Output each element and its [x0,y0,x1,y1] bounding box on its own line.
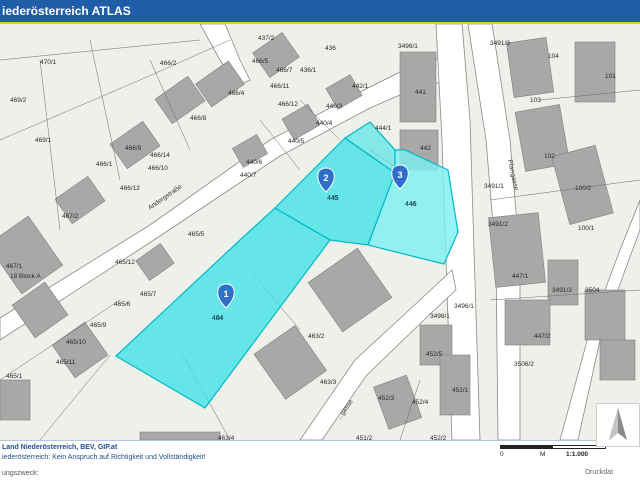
building [506,37,555,98]
footer-purpose: ungszweck: [2,470,39,477]
parcel-label: 100/2 [575,185,592,192]
parcel-label: 466/4 [228,90,245,97]
parcel-label: 465/9 [90,322,107,329]
parcel-label: 466/11 [270,83,290,90]
parcel-label: 3491/2 [488,221,508,228]
parcel-label: 469/2 [10,97,27,104]
scale-ratio-label: 1:1.000 [566,451,589,458]
north-arrow-icon [596,403,640,447]
building [547,259,579,306]
parcel-label: 447/1 [512,273,529,280]
parcel-label: 452/3 [378,395,395,402]
parcel-label: 469/1 [35,137,52,144]
parcel-number-445: 445 [327,195,339,202]
parcel-label: 3491/3 [552,287,572,294]
building [0,379,31,421]
parcel-label: 466/7 [276,67,293,74]
parcel-label: 3504 [585,287,600,294]
parcel-label: 463/2 [308,333,325,340]
marker-label: 1 [223,289,228,299]
parcel-label: 3491/1 [484,183,504,190]
parcel-label: 104 [548,53,559,60]
parcel-label: 467/1 [6,263,23,270]
parcel-label: 466/10 [148,165,168,172]
parcel-label: 18 Block A [10,273,41,280]
building [139,431,221,440]
parcel-label: 465/12 [115,259,135,266]
footer-disclaimer: iederösterreich: Kein Anspruch auf Richt… [2,454,206,461]
parcel-label: 442/1 [352,83,369,90]
parcel-label: 466/9 [125,145,142,152]
parcel-label: 444/1 [375,125,392,132]
parcel-label: 3506/2 [514,361,534,368]
parcel-label: 441 [415,89,426,96]
parcel-label: 440/3 [326,103,343,110]
parcel-label: 102 [544,153,555,160]
parcel-label: 440/7 [240,172,257,179]
building [399,51,437,123]
map-footer: Land Niederösterreich, BEV, GIP.at ieder… [0,440,640,480]
parcel-label: 465/5 [188,231,205,238]
parcel-label: 101 [605,73,616,80]
building [439,354,471,416]
parcel-label: 463/3 [320,379,337,386]
parcel-label: 466/8 [190,115,207,122]
parcel-label: 100/1 [578,225,595,232]
north-arrow-graphic [609,408,627,440]
parcel-label: 447/2 [534,333,551,340]
parcel-label: 466/12 [278,101,298,108]
parcel-label: 3496/1 [398,43,418,50]
parcel-label: 465/7 [140,291,157,298]
parcel-label: 470/1 [40,59,57,66]
scale-bar-widget: 0 M 1:1.000 [500,443,608,467]
parcel-label: 466/2 [160,60,177,67]
parcel-label: 436/1 [300,67,317,74]
app-title: iederösterreich ATLAS [2,4,131,18]
parcel-label: 465/10 [66,339,86,346]
parcel-label: 437/2 [258,35,275,42]
parcel-label: 452/1 [452,387,469,394]
building [584,289,626,341]
marker-label: 3 [397,170,402,180]
north-arrow-shade [609,408,618,440]
parcel-label: 440/5 [288,138,305,145]
print-date-label: Druckdat [585,469,614,476]
parcel-label: 466/14 [150,152,170,159]
parcel-label: 3496/1 [454,303,474,310]
marker-label: 2 [323,173,328,183]
atlas-app: iederösterreich ATLAS Andergstraße Pfarr… [0,0,640,480]
parcel-label: 442 [420,145,431,152]
parcel-label: 465/6 [114,301,131,308]
parcel-label: 103 [530,97,541,104]
parcel-label: 466/12 [120,185,140,192]
parcel-label: 466/5 [252,58,269,65]
parcel-label: 440/6 [246,159,263,166]
map-view[interactable]: Andergstraße Pfarrgasse ...gasse 437/2 43… [0,24,640,440]
parcel-label: 3498/1 [430,313,450,320]
footer-copyright: Land Niederösterreich, BEV, GIP.at [2,444,118,451]
scale-unit-label: M [540,451,546,458]
parcel-label: 436 [325,45,336,52]
parcel-label: 465/11 [56,359,76,366]
parcel-label: 452/4 [412,399,429,406]
parcel-number-464: 464 [212,315,224,322]
parcel-label: 465/1 [6,373,23,380]
parcel-label: 440/4 [316,120,333,127]
parcel-label: 467/2 [62,213,79,220]
building [599,339,636,381]
scale-bar [500,445,606,449]
title-bar: iederösterreich ATLAS [0,0,640,24]
scale-zero-label: 0 [500,451,504,458]
parcel-label: 466/1 [96,161,113,168]
scale-bar-fill [501,446,553,448]
parcel-label: 452/5 [426,351,443,358]
map-canvas[interactable]: Andergstraße Pfarrgasse ...gasse 437/243… [0,24,640,440]
parcel-label: 3491/3 [490,40,510,47]
parcel-number-446: 446 [405,201,417,208]
